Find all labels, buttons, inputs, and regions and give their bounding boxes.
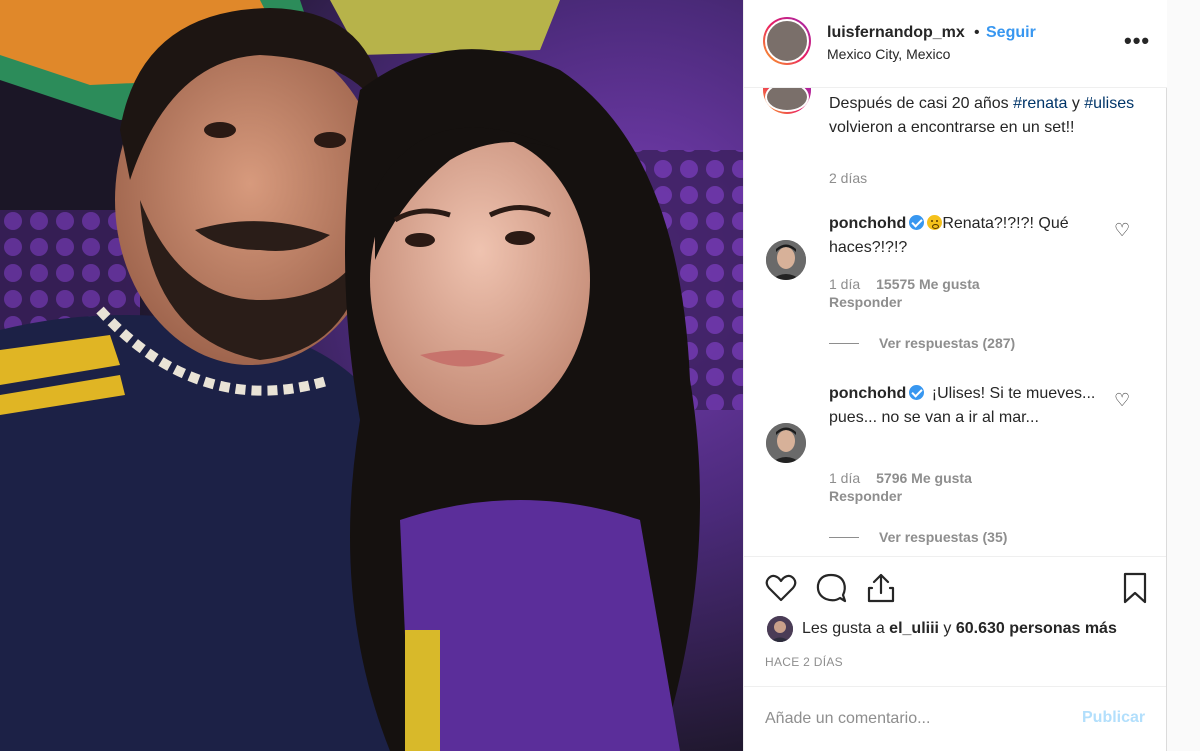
separator-dot: • (974, 24, 980, 41)
post-location[interactable]: Mexico City, Mexico (827, 46, 950, 62)
verified-badge-icon (909, 385, 925, 400)
hashtag-renata[interactable]: #renata (1013, 95, 1067, 112)
comment-input[interactable] (765, 707, 1065, 731)
commenter-avatar[interactable] (766, 423, 806, 463)
replies-divider (829, 343, 859, 344)
add-comment-bar: Publicar (744, 686, 1167, 751)
comment-username[interactable]: ponchohd (829, 385, 906, 402)
worried-face-emoji-icon (927, 215, 943, 230)
reply-button[interactable]: Responder (829, 294, 902, 310)
post-photo[interactable] (0, 0, 743, 751)
author-avatar-image (765, 19, 809, 63)
likes-summary: Les gusta a el_uliii y 60.630 personas m… (802, 620, 1117, 638)
comment-meta: 1 día 15575 Me gusta (829, 276, 980, 292)
liker-username[interactable]: el_uliii (889, 620, 939, 637)
verified-badge-icon (909, 215, 925, 230)
likes-middle: y (938, 620, 956, 637)
view-replies-button[interactable]: Ver respuestas (35) (879, 529, 1007, 545)
page-gutter (1166, 0, 1200, 751)
caption-text-2: y (1067, 95, 1085, 112)
post-header: luisfernandop_mx • Seguir Mexico City, M… (744, 0, 1167, 88)
post-caption: Después de casi 20 años #renata y #ulise… (829, 92, 1139, 140)
post-side-panel: luisfernandop_mx • Seguir Mexico City, M… (743, 0, 1167, 751)
commenter-avatar[interactable] (766, 240, 806, 280)
hashtag-ulises[interactable]: #ulises (1084, 95, 1134, 112)
replies-divider (829, 537, 859, 538)
comment-like-heart-icon[interactable]: ♡ (1114, 220, 1130, 241)
likes-prefix: Les gusta a (802, 620, 890, 637)
follow-button[interactable]: Seguir (986, 24, 1036, 42)
like-heart-icon[interactable] (764, 571, 798, 605)
author-avatar[interactable] (763, 17, 811, 65)
view-replies-button[interactable]: Ver respuestas (287) (879, 335, 1015, 351)
post-timestamp[interactable]: HACE 2 DÍAS (765, 655, 843, 669)
reply-button[interactable]: Responder (829, 488, 902, 504)
bookmark-icon[interactable] (1118, 571, 1152, 605)
comment-text: ponchohd Renata?!?!?! Qué haces?!?!? (829, 212, 1109, 260)
liker-avatar[interactable] (767, 616, 793, 642)
comment-time: 1 día (829, 276, 861, 292)
comment-icon[interactable] (814, 571, 848, 605)
comment-meta: 1 día 5796 Me gusta (829, 470, 972, 486)
caption-avatar-image (765, 88, 809, 112)
caption-text-3: volvieron a encontrarse en un set!! (829, 119, 1075, 136)
author-username[interactable]: luisfernandop_mx (827, 24, 965, 42)
caption-text-1: Después de casi 20 años (829, 95, 1014, 112)
comments-list[interactable]: Después de casi 20 años #renata y #ulise… (744, 88, 1167, 556)
publish-button[interactable]: Publicar (1082, 709, 1145, 727)
comment-username[interactable]: ponchohd (829, 215, 906, 232)
comment-like-heart-icon[interactable]: ♡ (1114, 390, 1130, 411)
caption-time: 2 días (829, 170, 868, 186)
comment-text: ponchohd ¡Ulises! Si te mueves... pues..… (829, 382, 1109, 430)
caption-author-avatar[interactable] (763, 88, 811, 114)
likes-count[interactable]: 60.630 personas más (956, 620, 1117, 637)
comment-likes[interactable]: 5796 Me gusta (876, 470, 972, 486)
post-actions: Les gusta a el_uliii y 60.630 personas m… (744, 556, 1167, 696)
comment-time: 1 día (829, 470, 861, 486)
more-options-icon[interactable]: ••• (1124, 28, 1150, 54)
share-icon[interactable] (864, 571, 898, 605)
comment-likes[interactable]: 15575 Me gusta (876, 276, 980, 292)
